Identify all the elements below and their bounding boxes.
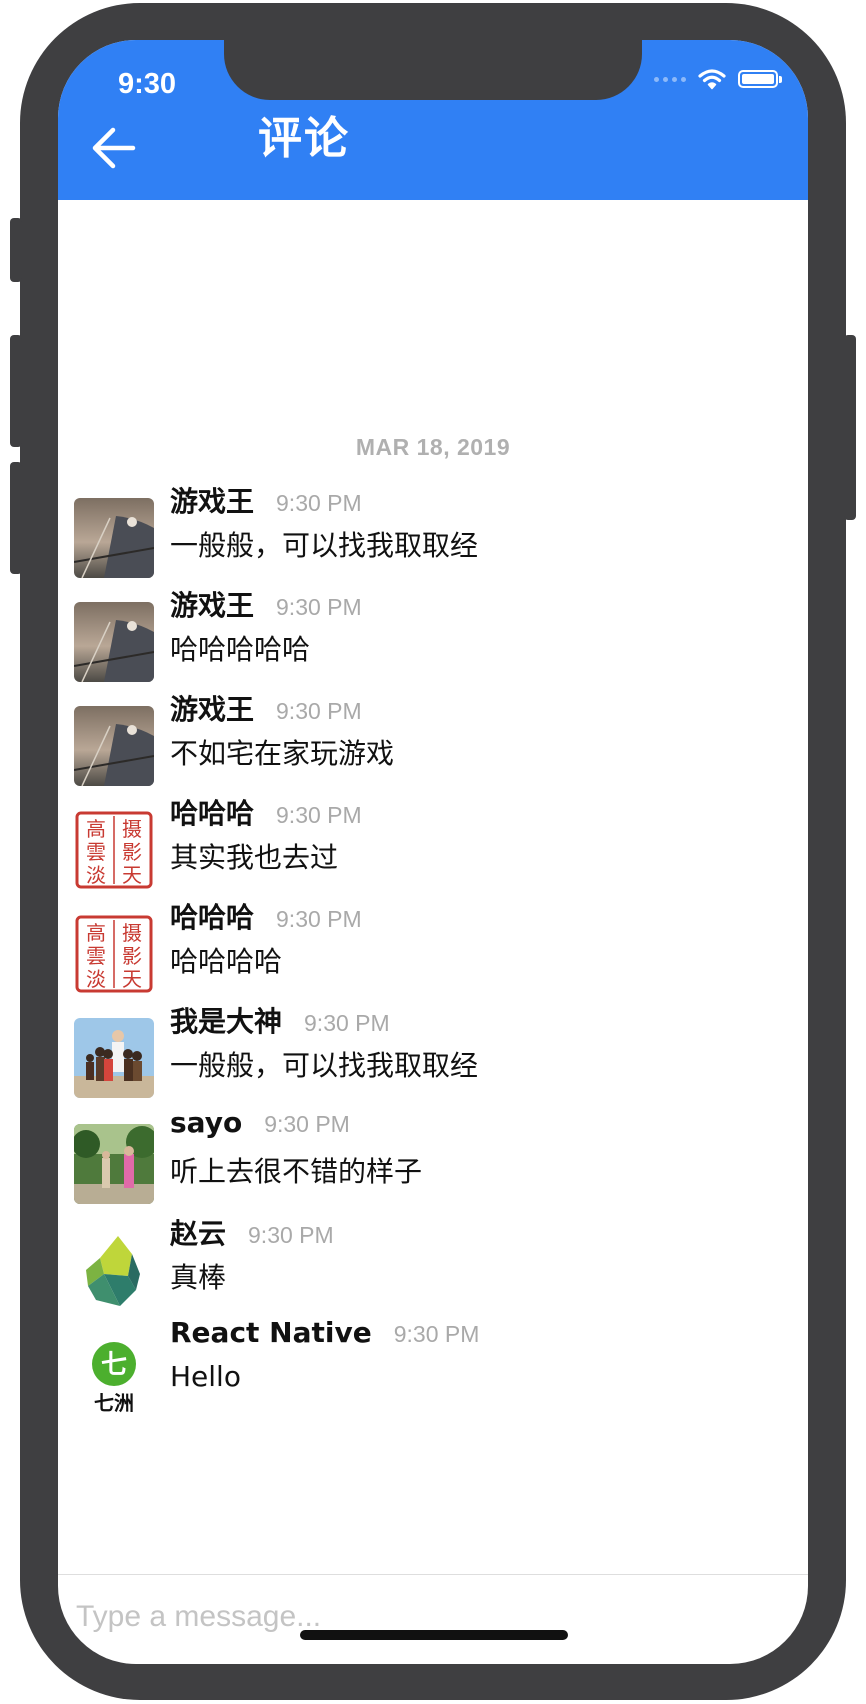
power-button — [844, 335, 856, 520]
sender-name: 哈哈哈 9:30 PM — [170, 797, 362, 830]
sender-name: sayo 9:30 PM — [170, 1106, 350, 1139]
message-item: 游戏王 9:30 PM 一般般，可以找我取取经 — [74, 480, 774, 580]
app-screen: 9:30 评论 MAR 18, 2019 游戏王 9:30 PM 一般般，可以找… — [58, 40, 808, 1664]
sender-name: 游戏王 9:30 PM — [170, 693, 362, 726]
message-item: 摄 影 天 高 雲 淡 哈哈哈 9:30 PM 其实我也去过 — [74, 792, 774, 892]
svg-text:影: 影 — [122, 840, 142, 864]
message-time: 9:30 PM — [276, 490, 362, 516]
svg-text:摄: 摄 — [122, 921, 142, 945]
message-text: Hello — [170, 1360, 241, 1393]
green-polyhedron-logo-avatar[interactable] — [74, 1230, 154, 1310]
message-item: sayo 9:30 PM 听上去很不错的样子 — [74, 1106, 774, 1206]
svg-text:摄: 摄 — [122, 817, 142, 841]
group-photo-avatar[interactable] — [74, 1018, 154, 1098]
message-composer — [58, 1574, 808, 1664]
message-text: 真棒 — [170, 1261, 227, 1294]
svg-text:高: 高 — [86, 817, 106, 841]
back-button[interactable] — [86, 120, 142, 176]
svg-text:淡: 淡 — [86, 863, 106, 887]
sender-name: 我是大神 9:30 PM — [170, 1005, 390, 1038]
sender-name: 赵云 9:30 PM — [170, 1217, 334, 1250]
svg-text:雲: 雲 — [86, 944, 106, 968]
sender-name: React Native 9:30 PM — [170, 1316, 480, 1349]
message-item: 游戏王 9:30 PM 不如宅在家玩游戏 — [74, 688, 774, 788]
mute-switch — [10, 218, 22, 282]
svg-text:雲: 雲 — [86, 840, 106, 864]
message-item: 摄 影 天 高 雲 淡 哈哈哈 9:30 PM 哈哈哈哈 — [74, 896, 774, 996]
message-item: 我是大神 9:30 PM 一般般，可以找我取取经 — [74, 1000, 774, 1100]
page-title: 评论 — [258, 113, 350, 164]
home-indicator[interactable] — [300, 1630, 568, 1640]
message-item: 游戏王 9:30 PM 哈哈哈哈哈 — [74, 584, 774, 684]
volume-down-button — [10, 462, 22, 574]
cellular-signal-icon — [654, 76, 686, 82]
svg-text:影: 影 — [122, 944, 142, 968]
message-time: 9:30 PM — [304, 1010, 390, 1036]
date-separator: MAR 18, 2019 — [355, 434, 511, 460]
garden-photo-avatar[interactable] — [74, 1124, 154, 1204]
message-text: 一般般，可以找我取取经 — [170, 1049, 479, 1082]
message-item: 七 七洲 React Native 9:30 PM Hello — [74, 1316, 774, 1416]
qizhou-logo-avatar[interactable]: 七 七洲 — [74, 1334, 154, 1414]
notch — [224, 40, 642, 100]
sender-name: 游戏王 9:30 PM — [170, 589, 362, 622]
svg-text:高: 高 — [86, 921, 106, 945]
sender-name: 游戏王 9:30 PM — [170, 485, 362, 518]
message-text: 哈哈哈哈哈 — [170, 633, 311, 666]
wifi-icon — [698, 69, 726, 90]
message-time: 9:30 PM — [276, 906, 362, 932]
status-time: 9:30 — [118, 68, 177, 100]
message-item: 赵云 9:30 PM 真棒 — [74, 1212, 774, 1312]
message-text: 不如宅在家玩游戏 — [170, 737, 395, 770]
message-time: 9:30 PM — [276, 802, 362, 828]
message-time: 9:30 PM — [393, 1321, 480, 1347]
message-text: 其实我也去过 — [170, 841, 339, 874]
message-time: 9:30 PM — [264, 1111, 350, 1137]
svg-text:淡: 淡 — [86, 967, 106, 991]
message-time: 9:30 PM — [248, 1222, 334, 1248]
sailboat-avatar[interactable] — [74, 602, 154, 682]
sailboat-avatar[interactable] — [74, 498, 154, 578]
message-time: 9:30 PM — [276, 698, 362, 724]
arrow-left-icon — [92, 127, 136, 169]
red-seal-avatar[interactable]: 摄 影 天 高 雲 淡 — [74, 914, 154, 994]
svg-text:天: 天 — [122, 967, 142, 991]
volume-up-button — [10, 335, 22, 447]
red-seal-avatar[interactable]: 摄 影 天 高 雲 淡 — [74, 810, 154, 890]
svg-text:七洲: 七洲 — [94, 1391, 134, 1414]
message-text: 一般般，可以找我取取经 — [170, 529, 479, 562]
sender-name: 哈哈哈 9:30 PM — [170, 901, 362, 934]
sailboat-avatar[interactable] — [74, 706, 154, 786]
message-text: 听上去很不错的样子 — [170, 1155, 423, 1188]
svg-text:七: 七 — [101, 1350, 127, 1380]
message-text: 哈哈哈哈 — [170, 945, 283, 978]
status-icons — [654, 68, 782, 90]
svg-text:天: 天 — [122, 863, 142, 887]
message-time: 9:30 PM — [276, 594, 362, 620]
battery-icon — [738, 70, 782, 88]
